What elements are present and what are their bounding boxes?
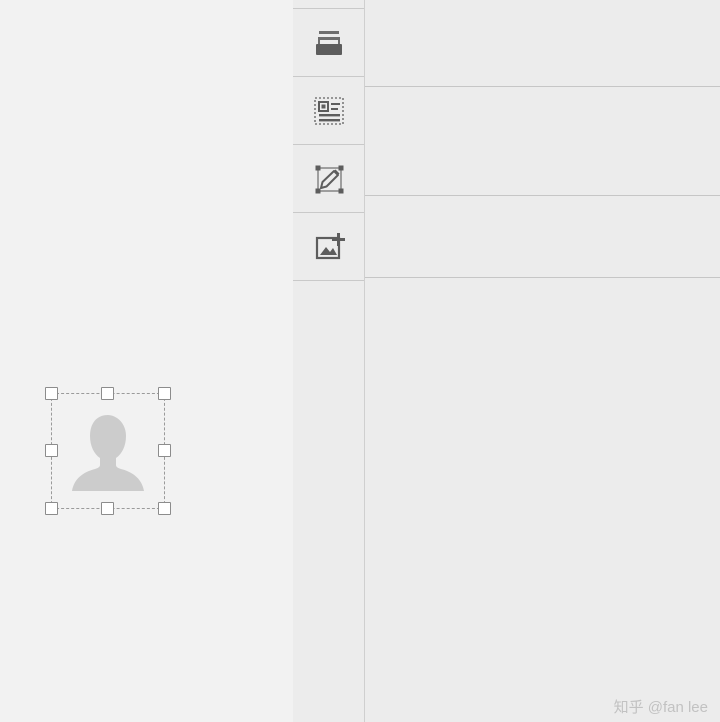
layout-align-icon [309, 23, 349, 63]
selection-handle-bottom-left[interactable] [45, 502, 58, 515]
selection-handle-top-right[interactable] [158, 387, 171, 400]
symbol-properties-icon [309, 91, 349, 131]
selected-object-group[interactable] [45, 387, 171, 515]
sidebar-item-appearance[interactable] [293, 146, 364, 213]
rail-item-partial-top[interactable] [293, 0, 364, 9]
selection-handle-bottom-center[interactable] [101, 502, 114, 515]
export-image-icon [309, 227, 349, 267]
export-inspector-window: X Y Size Width Height Resizing [0, 0, 720, 722]
selection-handle-top-center[interactable] [101, 387, 114, 400]
inspector-icon-rail [293, 0, 365, 722]
rail-empty-space [293, 282, 364, 722]
appearance-edit-icon [309, 159, 349, 199]
divider-resizing-options [365, 195, 720, 196]
selection-handle-middle-left[interactable] [45, 444, 58, 457]
divider-size-resizing [365, 86, 720, 87]
selection-handle-bottom-right[interactable] [158, 502, 171, 515]
avatar-placeholder-artwork[interactable] [69, 409, 147, 491]
watermark: 知乎 @fan lee [613, 699, 708, 716]
divider-options-background [365, 277, 720, 278]
sidebar-item-layout[interactable] [293, 10, 364, 77]
sidebar-item-export[interactable] [293, 214, 364, 281]
sidebar-item-symbol[interactable] [293, 78, 364, 145]
selection-handle-middle-right[interactable] [158, 444, 171, 457]
selection-handle-top-left[interactable] [45, 387, 58, 400]
export-inspector-panel: X Y Size Width Height Resizing [365, 0, 720, 722]
design-canvas[interactable] [0, 0, 293, 722]
